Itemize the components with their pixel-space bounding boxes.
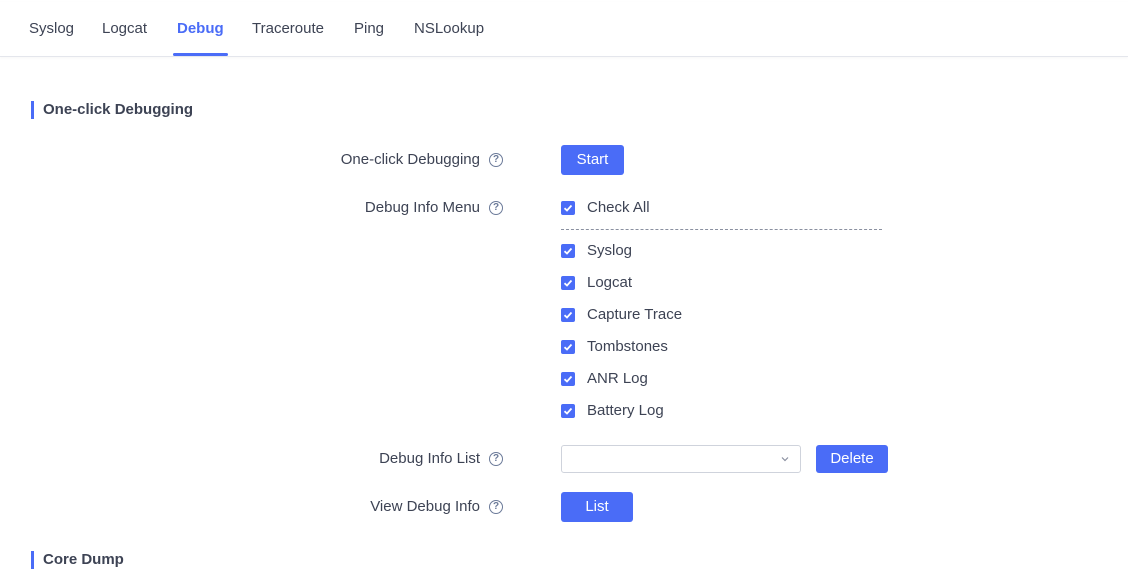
- question-circle-icon[interactable]: ?: [489, 201, 503, 215]
- view-debug-info-label: View Debug Info: [370, 498, 480, 515]
- check-icon[interactable]: [561, 201, 575, 215]
- page: Syslog Logcat Debug Traceroute Ping NSLo…: [0, 0, 1128, 572]
- debug-info-menu-label: Debug Info Menu: [364, 199, 480, 216]
- tab-syslog[interactable]: Syslog: [29, 2, 74, 56]
- check-icon[interactable]: [561, 308, 575, 322]
- debug-info-list-label: Debug Info List: [379, 450, 480, 467]
- section-title-one-click-debugging: One-click Debugging: [31, 101, 193, 119]
- syslog-label: Syslog: [587, 242, 633, 259]
- logcat-label: Logcat: [587, 274, 633, 291]
- start-button[interactable]: Start: [561, 145, 624, 175]
- tombstones-label: Tombstones: [587, 338, 668, 355]
- question-circle-icon[interactable]: ?: [489, 452, 503, 466]
- check-all-label: Check All: [587, 199, 650, 216]
- list-button[interactable]: List: [561, 492, 633, 522]
- tab-logcat[interactable]: Logcat: [102, 2, 147, 56]
- check-icon[interactable]: [561, 244, 575, 258]
- tab-ping[interactable]: Ping: [354, 2, 384, 56]
- capture-trace-label: Capture Trace: [587, 306, 683, 323]
- delete-button[interactable]: Delete: [816, 445, 888, 473]
- question-circle-icon[interactable]: ?: [489, 153, 503, 167]
- question-circle-icon[interactable]: ?: [489, 500, 503, 514]
- check-icon[interactable]: [561, 276, 575, 290]
- tab-bar: Syslog Logcat Debug Traceroute Ping NSLo…: [0, 2, 1128, 57]
- check-icon[interactable]: [561, 372, 575, 386]
- one-click-debugging-label: One-click Debugging: [340, 151, 480, 168]
- check-icon[interactable]: [561, 404, 575, 418]
- tab-nslookup[interactable]: NSLookup: [414, 2, 484, 56]
- debug-info-list-select[interactable]: [561, 445, 801, 473]
- check-icon[interactable]: [561, 340, 575, 354]
- tab-debug[interactable]: Debug: [173, 2, 228, 56]
- divider: [561, 229, 882, 230]
- tab-traceroute[interactable]: Traceroute: [252, 2, 324, 56]
- battery-log-label: Battery Log: [587, 402, 664, 419]
- chevron-down-icon: [781, 457, 789, 462]
- anr-log-label: ANR Log: [587, 370, 648, 387]
- section-title-core-dump: Core Dump: [31, 551, 124, 569]
